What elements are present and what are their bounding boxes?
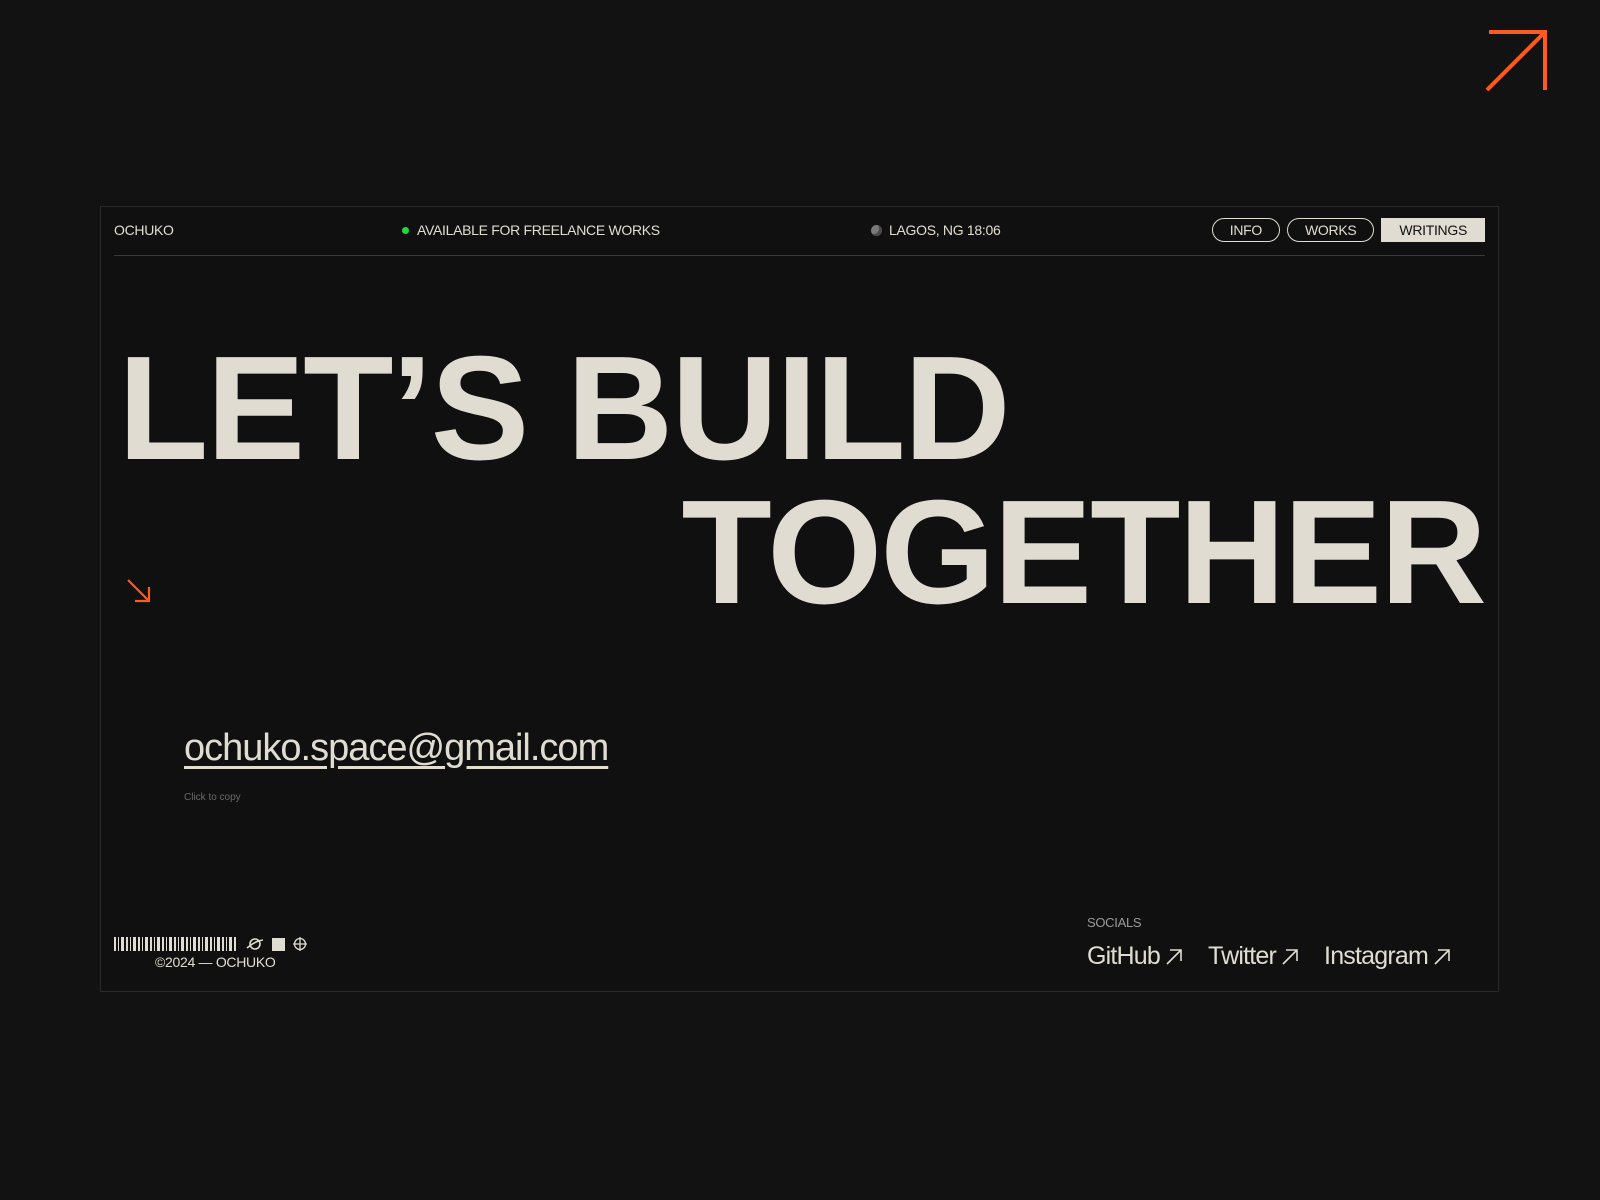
square-icon bbox=[272, 937, 285, 951]
arrow-down-right-icon bbox=[127, 579, 151, 603]
twitter-link[interactable]: Twitter bbox=[1208, 942, 1299, 971]
brand-name[interactable]: OCHUKO bbox=[114, 222, 174, 238]
copy-hint: Click to copy bbox=[184, 792, 241, 803]
social-links: GitHub Twitter Instagram bbox=[1087, 942, 1451, 971]
headline-line-1: LET’S BUILD bbox=[118, 326, 1011, 491]
github-link-label: GitHub bbox=[1087, 942, 1161, 970]
copyright-text: ©2024 — OCHUKO bbox=[155, 954, 276, 970]
contact-window: OCHUKO AVAILABLE FOR FREELANCE WORKS LAG… bbox=[100, 206, 1499, 992]
instagram-link-label: Instagram bbox=[1324, 942, 1429, 970]
planet-icon bbox=[246, 938, 264, 950]
email-link[interactable]: ochuko.space@gmail.com bbox=[184, 727, 609, 770]
github-link[interactable]: GitHub bbox=[1087, 942, 1183, 971]
twitter-link-label: Twitter bbox=[1208, 942, 1277, 970]
arrow-up-right-icon bbox=[1282, 948, 1298, 965]
socials-label: SOCIALS bbox=[1087, 915, 1142, 930]
location-time: LAGOS, NG 18:06 bbox=[871, 222, 1001, 238]
nav-info-button[interactable]: INFO bbox=[1211, 218, 1281, 242]
location-text: LAGOS, NG 18:06 bbox=[889, 222, 1001, 238]
arrow-up-right-icon bbox=[1166, 948, 1182, 965]
availability-text: AVAILABLE FOR FREELANCE WORKS bbox=[417, 222, 660, 238]
arrow-up-right-icon bbox=[1434, 948, 1450, 965]
crosshair-icon bbox=[293, 937, 307, 951]
globe-icon bbox=[871, 224, 882, 236]
main-nav: INFO WORKS WRITINGS bbox=[1211, 218, 1485, 242]
availability-status: AVAILABLE FOR FREELANCE WORKS bbox=[402, 222, 660, 238]
corner-arrow-icon[interactable] bbox=[1483, 28, 1549, 94]
status-dot-icon bbox=[402, 226, 409, 234]
top-bar: OCHUKO AVAILABLE FOR FREELANCE WORKS LAG… bbox=[114, 207, 1485, 256]
nav-writings-button[interactable]: WRITINGS bbox=[1381, 218, 1485, 242]
barcode-icon bbox=[114, 937, 238, 951]
footer-left: ©2024 — OCHUKO bbox=[114, 937, 307, 970]
nav-works-button[interactable]: WORKS bbox=[1287, 218, 1375, 242]
footer-icons bbox=[114, 937, 307, 951]
socials-section: SOCIALS GitHub Twitter Instagram bbox=[1087, 915, 1451, 971]
instagram-link[interactable]: Instagram bbox=[1324, 942, 1451, 971]
headline-line-2: TOGETHER bbox=[681, 470, 1487, 635]
